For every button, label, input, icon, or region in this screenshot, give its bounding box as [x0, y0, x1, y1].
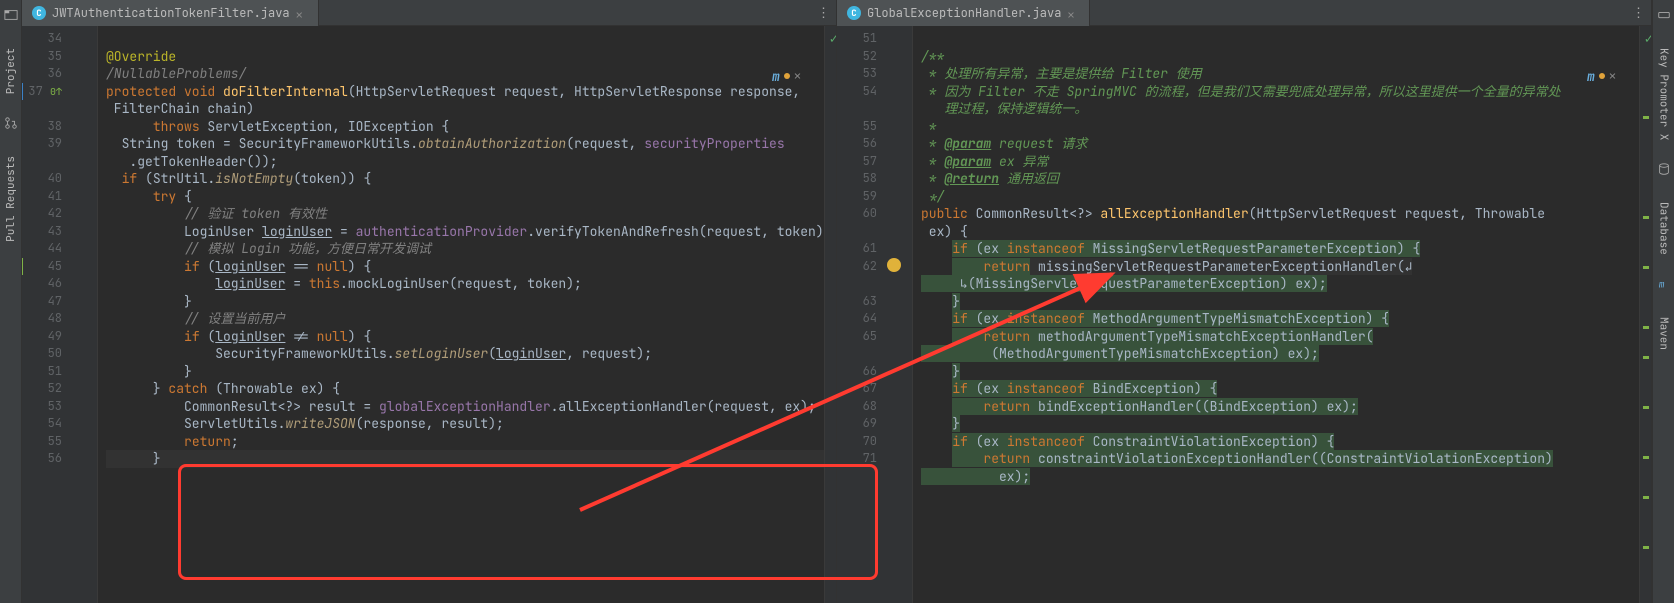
- left-tab-project[interactable]: Project: [4, 44, 18, 98]
- error-stripe[interactable]: ✓: [824, 26, 836, 603]
- pull-requests-icon[interactable]: [4, 116, 18, 134]
- svg-text:m: m: [1658, 278, 1664, 291]
- java-class-icon: C: [847, 6, 861, 20]
- right-toolbar: Key Promoter X Database m Maven: [1652, 0, 1674, 603]
- ide-root: Project Pull Requests C JWTAuthenticatio…: [0, 0, 1674, 603]
- fold-gutter: [70, 26, 98, 603]
- close-icon[interactable]: ✕: [296, 7, 308, 19]
- code-area[interactable]: /** * 处理所有异常，主要是提供给 Filter 使用 * 因为 Filte…: [913, 26, 1639, 603]
- editor-pane-left: C JWTAuthenticationTokenFilter.java ✕ ⋮ …: [22, 0, 837, 603]
- right-tab-database[interactable]: Database: [1657, 198, 1671, 259]
- project-toolwin-icon[interactable]: [4, 8, 18, 26]
- tabbar-right: C GlobalExceptionHandler.java ✕ ⋮: [837, 0, 1651, 26]
- left-toolbar: Project Pull Requests: [0, 0, 22, 603]
- tabbar-left: C JWTAuthenticationTokenFilter.java ✕ ⋮: [22, 0, 836, 26]
- left-tab-pull-requests[interactable]: Pull Requests: [4, 152, 18, 246]
- tabbar-more-icon[interactable]: ⋮: [817, 4, 830, 21]
- fold-gutter: [885, 26, 913, 603]
- editor-splitter: C JWTAuthenticationTokenFilter.java ✕ ⋮ …: [22, 0, 1652, 603]
- floating-run-widget[interactable]: m✕: [772, 66, 806, 86]
- database-icon[interactable]: [1657, 162, 1671, 180]
- line-gutter: 34353637 0↑38394041424344454647484950515…: [22, 26, 70, 603]
- checkmark-icon: ✓: [1645, 30, 1651, 48]
- error-stripe[interactable]: ✓: [1639, 26, 1651, 603]
- key-promoter-icon[interactable]: [1657, 8, 1671, 26]
- close-icon[interactable]: ✕: [794, 68, 801, 84]
- tab-label: GlobalExceptionHandler.java: [867, 5, 1061, 21]
- maven-icon[interactable]: m: [1657, 277, 1671, 295]
- tab-global-exception[interactable]: C GlobalExceptionHandler.java ✕: [837, 0, 1090, 26]
- checkmark-icon: ✓: [830, 30, 836, 48]
- close-icon[interactable]: ✕: [1067, 7, 1079, 19]
- java-class-icon: C: [32, 6, 46, 20]
- right-tab-key-promoter[interactable]: Key Promoter X: [1657, 44, 1671, 144]
- editor-pane-right: C GlobalExceptionHandler.java ✕ ⋮ 515253…: [837, 0, 1652, 603]
- code-area[interactable]: @Override/NullableProblems/protected voi…: [98, 26, 824, 603]
- editor-right[interactable]: 5152535455565758596061626364656667686970…: [837, 26, 1651, 603]
- right-tab-maven[interactable]: Maven: [1657, 313, 1671, 354]
- line-gutter: 5152535455565758596061626364656667686970…: [837, 26, 885, 603]
- floating-run-widget[interactable]: m✕: [1587, 66, 1621, 86]
- tab-label: JWTAuthenticationTokenFilter.java: [52, 5, 290, 21]
- tabbar-more-icon[interactable]: ⋮: [1632, 4, 1645, 21]
- editor-left[interactable]: 34353637 0↑38394041424344454647484950515…: [22, 26, 836, 603]
- tab-jwt-filter[interactable]: C JWTAuthenticationTokenFilter.java ✕: [22, 0, 319, 26]
- close-icon[interactable]: ✕: [1609, 68, 1616, 84]
